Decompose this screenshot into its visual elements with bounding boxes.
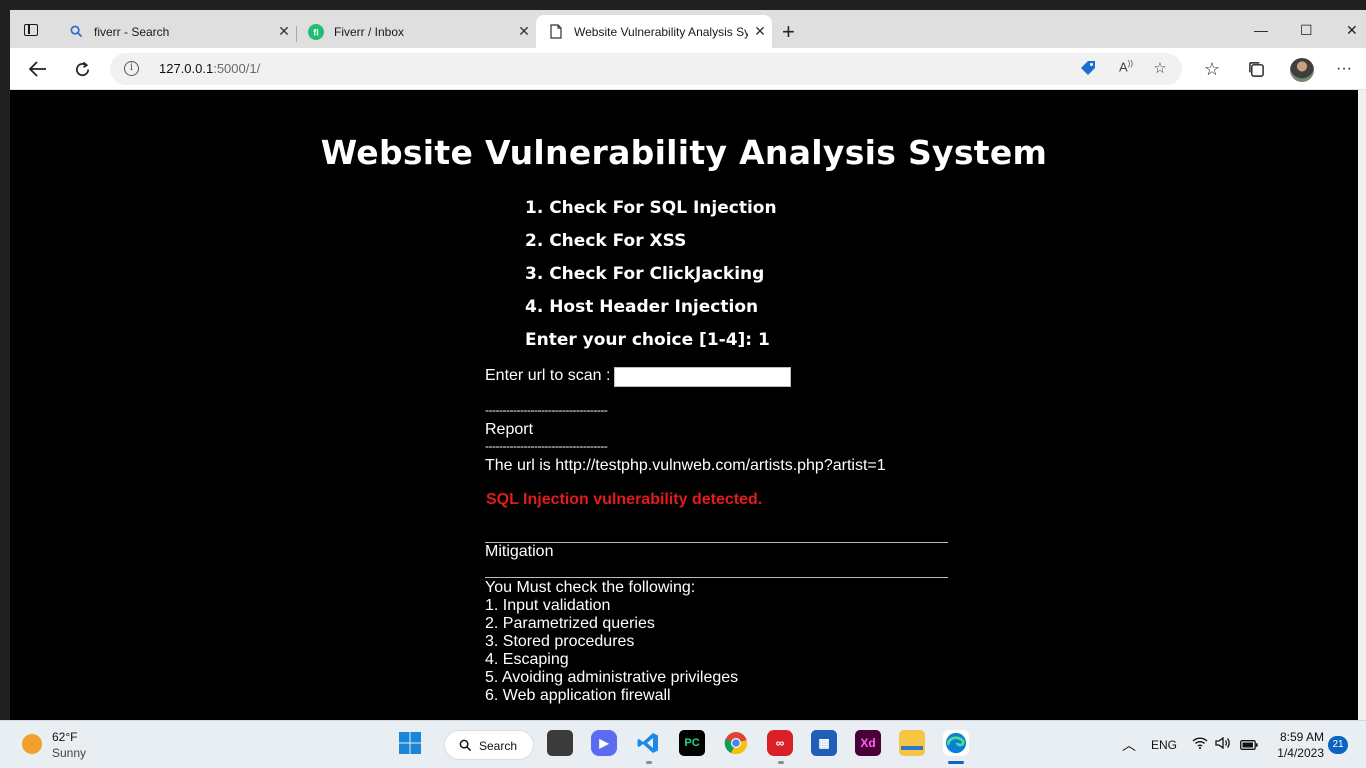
minimize-button[interactable]: — [1254, 22, 1268, 38]
checklist-item: 6. Web application firewall [485, 687, 671, 704]
file-explorer-icon[interactable] [899, 730, 925, 756]
mitigation-rule-bottom [485, 577, 948, 578]
tab-actions-icon[interactable] [24, 24, 38, 36]
more-icon: ··· [1336, 60, 1352, 77]
coupon-tag-icon[interactable] [1078, 59, 1098, 79]
pycharm-icon[interactable]: PC [679, 730, 705, 756]
report-heading: Report [485, 421, 534, 438]
tab-fiverr-search[interactable]: fiverr - Search ✕ [56, 15, 296, 48]
tab-vulnerability-system[interactable]: Website Vulnerability Analysis System ✕ [536, 15, 772, 48]
creative-cloud-icon[interactable]: ∞ [767, 730, 793, 756]
favorites-button[interactable]: ☆ [1198, 56, 1226, 82]
running-indicator [778, 761, 784, 764]
tab-title: Fiverr / Inbox [334, 24, 405, 39]
taskbar-search-label: Search [479, 739, 518, 753]
menu-option-xss: 2. Check For XSS [525, 231, 687, 251]
favorites-icon: ☆ [1203, 58, 1221, 79]
new-tab-button[interactable]: + [782, 21, 795, 43]
maximize-button[interactable]: ☐ [1300, 22, 1313, 39]
url-text[interactable]: 127.0.0.1:5000/1/ [159, 61, 260, 76]
svg-text:fi: fi [313, 27, 319, 37]
taskbar: 62°F Sunny Search ▶ PC ∞ ▦ Xd ︿ ENG 8:59… [0, 720, 1366, 768]
back-button[interactable] [24, 56, 52, 82]
battery-icon[interactable] [1240, 739, 1258, 753]
close-tab-icon[interactable]: ✕ [512, 23, 536, 40]
refresh-icon [75, 61, 89, 76]
menu-option-sql: 1. Check For SQL Injection [525, 198, 777, 218]
weather-temperature[interactable]: 62°F [52, 730, 77, 744]
start-button[interactable] [397, 730, 423, 756]
checklist-item: 3. Stored procedures [485, 633, 635, 650]
weather-description[interactable]: Sunny [52, 746, 86, 760]
tab-title: fiverr - Search [94, 24, 170, 39]
vulnerability-alert: SQL Injection vulnerability detected. [486, 491, 763, 508]
edge-icon[interactable] [943, 730, 969, 756]
language-indicator[interactable]: ENG [1151, 738, 1177, 752]
chrome-icon[interactable] [723, 730, 749, 756]
checklist-item: 2. Parametrized queries [485, 615, 655, 632]
menu-option-host-header: 4. Host Header Injection [525, 297, 759, 317]
clock-time: 8:59 AM [1279, 730, 1324, 744]
report-divider-top: ----------------------------------- [485, 403, 608, 417]
zoom-icon[interactable]: ▶ [591, 730, 617, 756]
site-info-icon[interactable]: i [124, 61, 139, 76]
wifi-icon[interactable] [1192, 737, 1208, 752]
collections-button[interactable] [1242, 56, 1270, 82]
taskbar-search[interactable]: Search [444, 730, 534, 760]
read-aloud-icon[interactable]: A)) [1116, 59, 1136, 79]
page-icon [548, 24, 564, 40]
url-host: 127.0.0.1 [159, 61, 214, 76]
task-view-icon[interactable] [547, 730, 573, 756]
add-favorite-icon[interactable]: ☆ [1150, 59, 1170, 79]
close-tab-icon[interactable]: ✕ [272, 23, 296, 40]
address-bar[interactable]: i 127.0.0.1:5000/1/ A)) ☆ [110, 53, 1182, 85]
profile-avatar[interactable] [1290, 58, 1314, 82]
sun-icon[interactable] [22, 734, 42, 754]
page-title: Website Vulnerability Analysis System [320, 133, 1048, 172]
show-hidden-icons-chevron-icon[interactable]: ︿ [1122, 735, 1136, 755]
url-label: Enter url to scan : [485, 367, 611, 384]
page-scrollbar[interactable] [1358, 90, 1366, 720]
checklist-item: 1. Input validation [485, 597, 611, 614]
url-path: :5000/1/ [213, 61, 261, 76]
report-divider-bottom: ----------------------------------- [485, 439, 608, 453]
page-content: Website Vulnerability Analysis System 1.… [10, 90, 1358, 720]
checklist-intro: You Must check the following: [485, 579, 696, 596]
store-icon[interactable]: ▦ [811, 730, 837, 756]
running-indicator [646, 761, 652, 764]
settings-more-button[interactable]: ··· [1330, 56, 1358, 82]
collections-icon [1248, 61, 1264, 77]
fiverr-icon: fi [308, 23, 324, 40]
choice-prompt: Enter your choice [1-4]: 1 [525, 330, 770, 350]
search-icon [459, 739, 472, 752]
tab-title: Website Vulnerability Analysis System [574, 24, 748, 39]
adobe-xd-icon[interactable]: Xd [855, 730, 881, 756]
mitigation-heading: Mitigation [485, 543, 554, 560]
clock[interactable]: 8:59 AM 1/4/2023 [1274, 730, 1324, 760]
tab-strip: fiverr - Search ✕ fi Fiverr / Inbox ✕ We… [10, 10, 1366, 48]
scanned-url-line: The url is http://testphp.vulnweb.com/ar… [485, 457, 886, 474]
volume-icon[interactable] [1215, 736, 1231, 752]
notification-badge[interactable]: 21 [1328, 736, 1348, 754]
browser-toolbar: i 127.0.0.1:5000/1/ A)) ☆ ☆ ··· [10, 48, 1366, 90]
checklist-item: 5. Avoiding administrative privileges [485, 669, 739, 686]
close-window-button[interactable]: ✕ [1346, 22, 1358, 39]
url-input[interactable] [614, 367, 791, 387]
mitigation-rule-top [485, 542, 948, 543]
clock-date: 1/4/2023 [1277, 746, 1324, 760]
menu-option-clickjacking: 3. Check For ClickJacking [525, 264, 765, 284]
close-tab-icon[interactable]: ✕ [748, 23, 772, 40]
vscode-icon[interactable] [635, 730, 661, 756]
refresh-button[interactable] [68, 56, 96, 82]
windows-logo-icon [399, 732, 421, 754]
active-app-indicator [948, 761, 964, 764]
search-icon [68, 24, 84, 40]
tab-fiverr-inbox[interactable]: fi Fiverr / Inbox ✕ [296, 15, 536, 48]
checklist-item: 4. Escaping [485, 651, 569, 668]
arrow-left-icon [29, 61, 46, 77]
